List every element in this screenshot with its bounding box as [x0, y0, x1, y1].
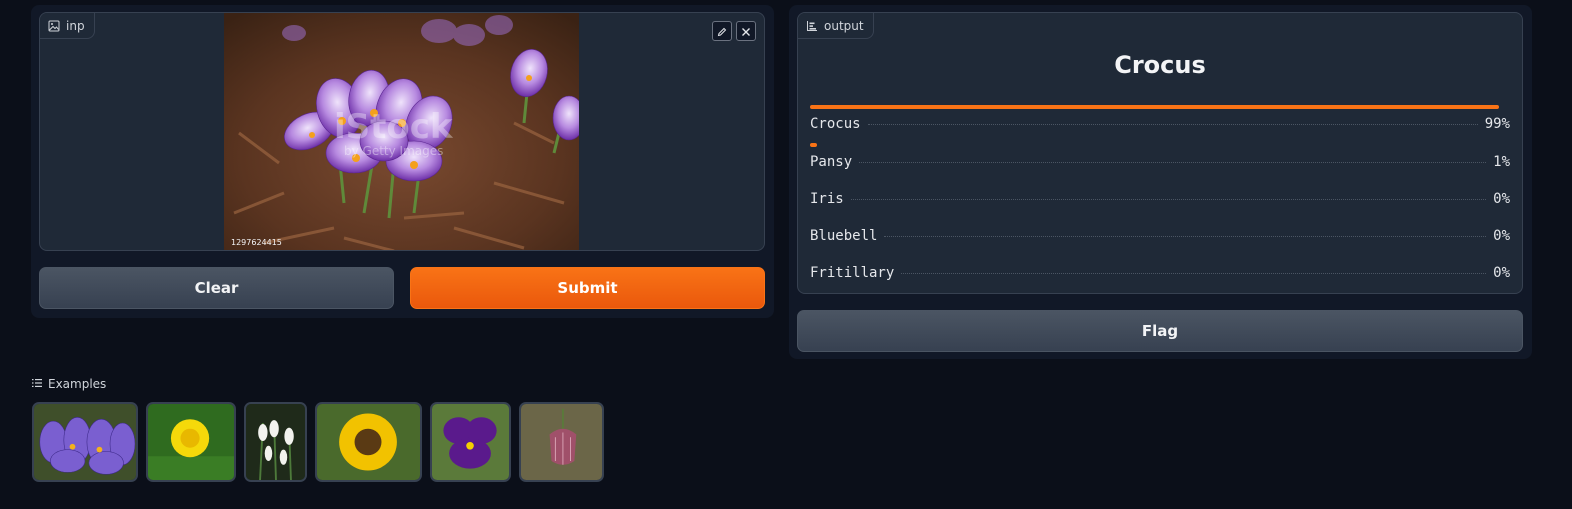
confidence-percent: 1% [1493, 154, 1510, 170]
predicted-label: Crocus [1114, 51, 1206, 79]
example-snowdrop[interactable] [244, 402, 307, 482]
example-dandelion[interactable] [146, 402, 236, 482]
output-panel: output Crocus Crocus 99% Pansy 1% Iris 0 [789, 5, 1532, 359]
confidence-label: Bluebell [810, 228, 878, 244]
confidence-percent: 0% [1493, 265, 1510, 281]
confidence-bar-fill [810, 143, 817, 147]
examples-header-text: Examples [48, 377, 107, 391]
output-label-text: output [824, 18, 864, 33]
crocus-photo: iStock by Getty Images [224, 13, 579, 250]
examples-header: Examples [32, 377, 106, 391]
confidence-label: Pansy [810, 154, 853, 170]
output-label: output [798, 13, 874, 39]
bar-chart-icon [806, 20, 818, 32]
crocus-thumbnail [34, 404, 136, 480]
confidence-percent: 99% [1484, 116, 1510, 132]
confidence-row: Bluebell 0% [810, 217, 1510, 254]
input-label-text: inp [66, 18, 85, 33]
pansy-thumbnail [432, 404, 509, 480]
dotted-leader [867, 124, 1478, 125]
input-image-preview: iStock by Getty Images 1297624415 [224, 13, 579, 250]
confidence-row: Fritillary 0% [810, 254, 1510, 291]
confidence-bar [810, 105, 1506, 109]
confidence-row: Pansy 1% [810, 143, 1510, 180]
confidence-row: Iris 0% [810, 180, 1510, 217]
example-fritillary[interactable] [519, 402, 604, 482]
confidence-label: Crocus [810, 116, 861, 132]
dotted-leader [859, 162, 1487, 163]
label-output: output Crocus Crocus 99% Pansy 1% Iris 0 [797, 12, 1523, 294]
svg-text:iStock: iStock [334, 107, 454, 147]
dotted-leader [901, 273, 1487, 274]
example-crocus[interactable] [32, 402, 138, 482]
clear-button[interactable]: Clear [39, 267, 394, 309]
example-pansy[interactable] [430, 402, 511, 482]
confidence-percent: 0% [1493, 191, 1510, 207]
remove-image-button[interactable] [736, 21, 756, 41]
dotted-leader [884, 236, 1487, 237]
image-watermark-id: 1297624415 [231, 238, 282, 247]
submit-button[interactable]: Submit [410, 267, 765, 309]
confidence-label: Iris [810, 191, 844, 207]
dotted-leader [850, 199, 1487, 200]
edit-image-button[interactable] [712, 21, 732, 41]
input-panel: inp iStock by Getty Images 1297624415 Cl… [31, 5, 774, 318]
confidence-bar-fill [810, 105, 1500, 109]
flag-button[interactable]: Flag [797, 310, 1523, 352]
confidence-row: Crocus 99% [810, 105, 1510, 142]
svg-text:by Getty Images: by Getty Images [344, 144, 443, 158]
fritillary-thumbnail [521, 404, 602, 480]
list-icon [32, 377, 42, 391]
image-input[interactable]: inp iStock by Getty Images 1297624415 [39, 12, 765, 251]
close-icon [741, 22, 751, 41]
image-icon [48, 20, 60, 32]
snowdrop-thumbnail [246, 404, 305, 480]
pencil-icon [717, 22, 727, 41]
dandelion-thumbnail [148, 404, 234, 480]
confidence-label: Fritillary [810, 265, 895, 281]
example-sunflower[interactable] [315, 402, 422, 482]
sunflower-thumbnail [317, 404, 420, 480]
confidence-bar [810, 143, 1506, 147]
confidence-percent: 0% [1493, 228, 1510, 244]
input-label: inp [40, 13, 95, 39]
